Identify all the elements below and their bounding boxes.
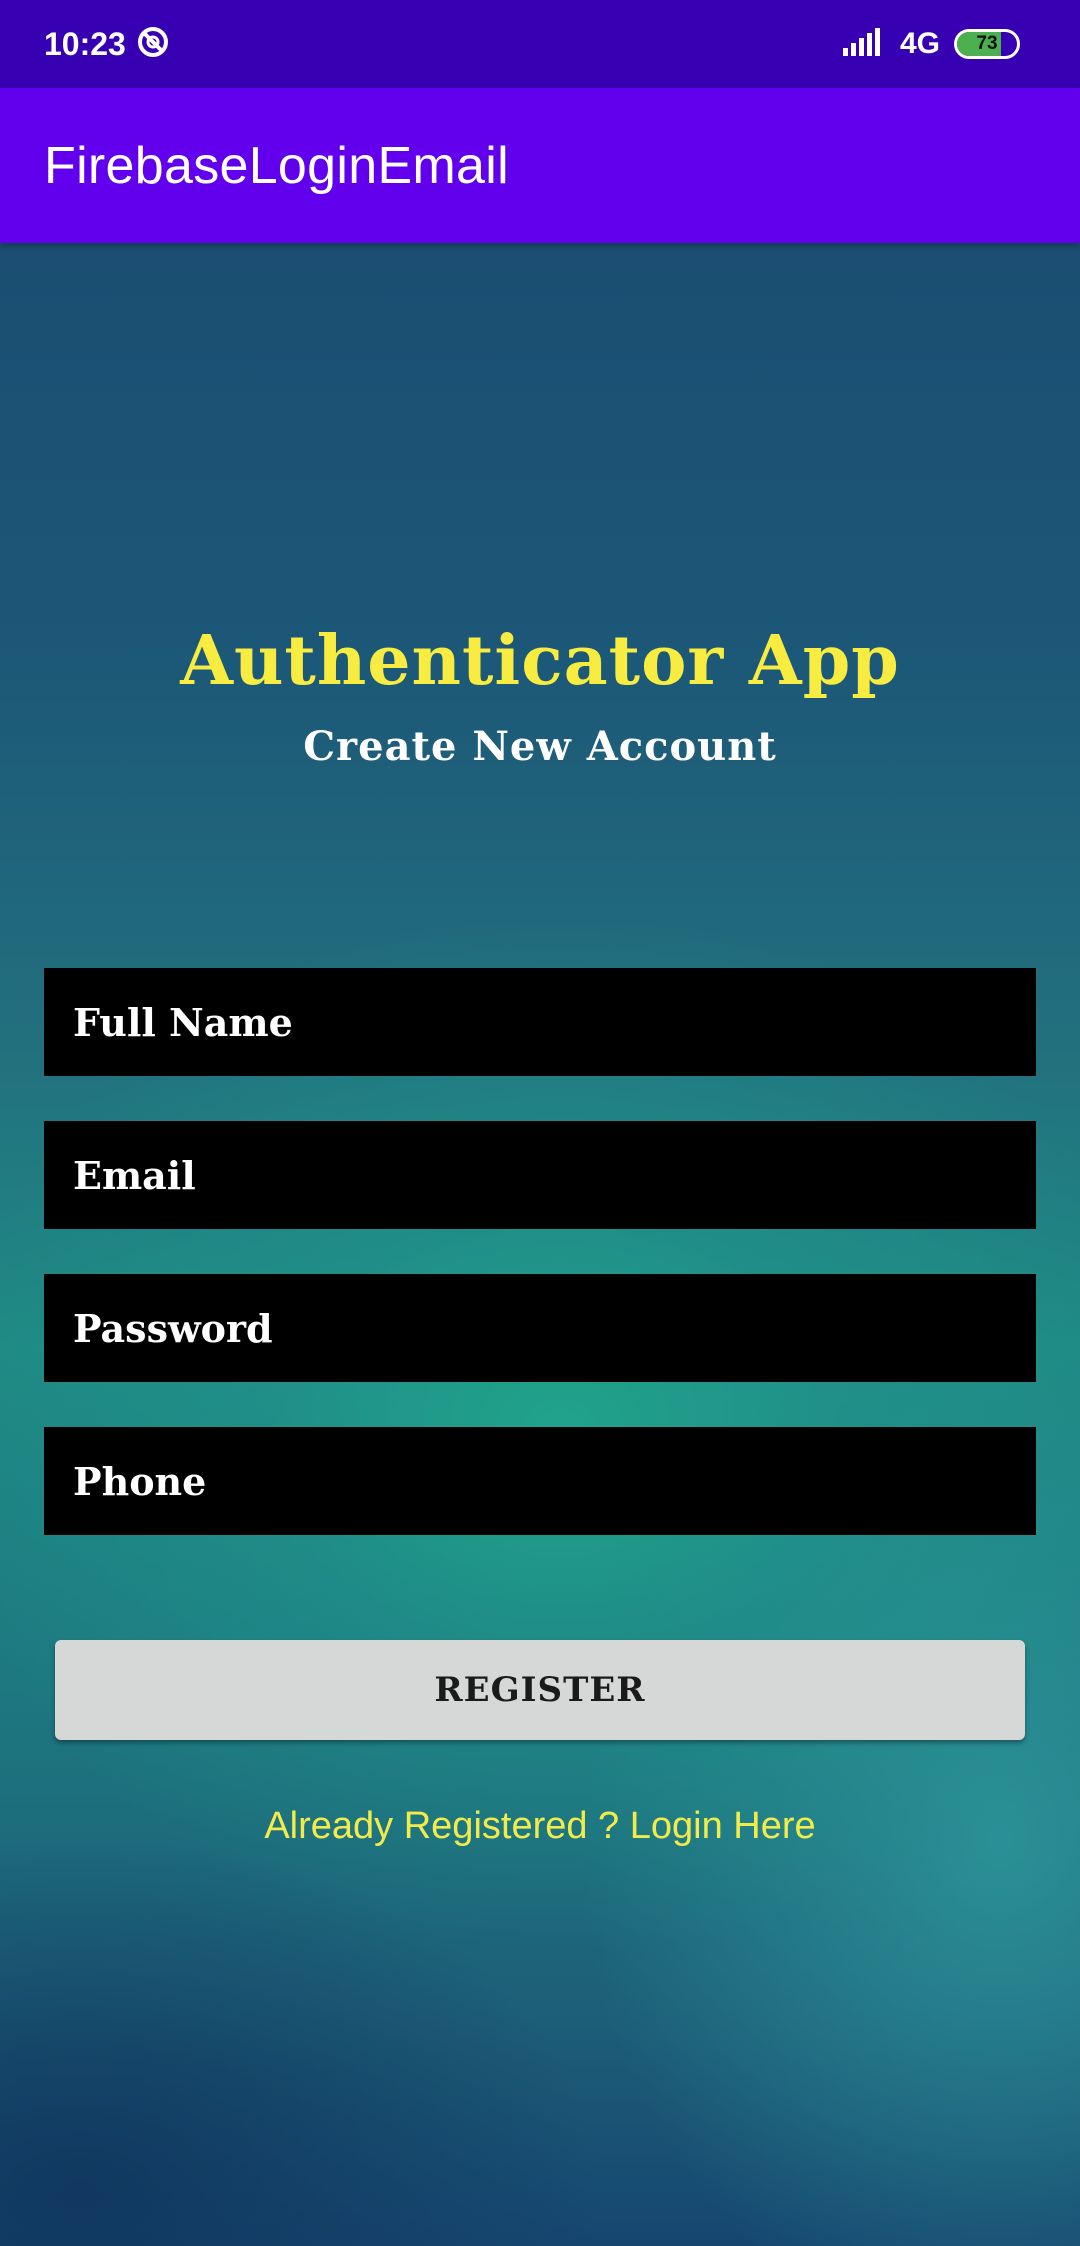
battery-percent: 73	[976, 33, 998, 54]
battery-icon: 73	[954, 29, 1020, 59]
page-subtitle: Create New Account	[303, 723, 777, 770]
full-name-field[interactable]	[44, 968, 1036, 1076]
status-bar: 10:23 4G 73	[0, 0, 1080, 88]
status-right: 4G 73	[842, 26, 1020, 63]
password-input[interactable]	[73, 1274, 1036, 1382]
main-content: Authenticator App Create New Account REG…	[0, 243, 1080, 2246]
status-time: 10:23	[44, 25, 126, 62]
password-field[interactable]	[44, 1274, 1036, 1382]
register-button[interactable]: REGISTER	[55, 1640, 1025, 1740]
status-left: 10:23	[44, 25, 170, 64]
login-link[interactable]: Already Registered ? Login Here	[0, 1805, 1080, 1848]
phone-field[interactable]	[44, 1427, 1036, 1535]
dnd-icon	[136, 25, 170, 64]
signal-icon	[842, 26, 886, 63]
app-title: FirebaseLoginEmail	[44, 136, 509, 195]
page-title: Authenticator App	[180, 621, 900, 701]
phone-input[interactable]	[73, 1427, 1036, 1535]
app-bar: FirebaseLoginEmail	[0, 88, 1080, 243]
full-name-input[interactable]	[73, 968, 1036, 1076]
network-label: 4G	[899, 27, 940, 60]
email-input[interactable]	[73, 1121, 1036, 1229]
email-field[interactable]	[44, 1121, 1036, 1229]
